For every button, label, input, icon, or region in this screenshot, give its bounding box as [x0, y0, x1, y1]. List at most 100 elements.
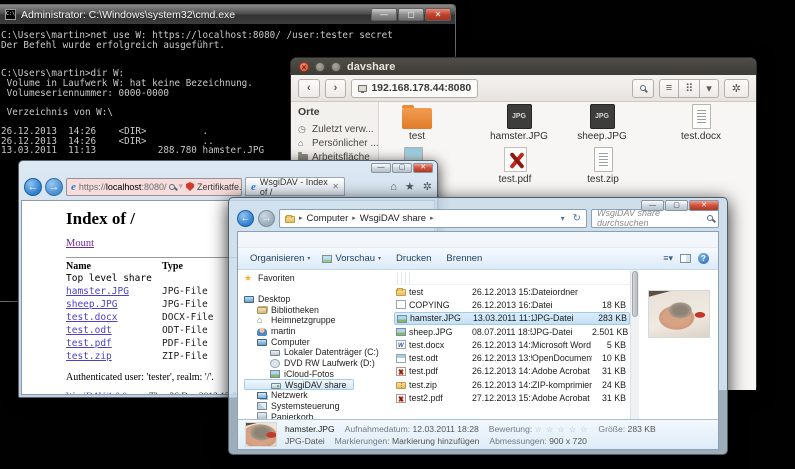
- file-row[interactable]: test2.pdf 27.12.2013 15:10 Adobe Acrobat…: [394, 391, 630, 404]
- favorites-star-icon[interactable]: ★: [405, 180, 415, 193]
- tree-item[interactable]: DVD RW Laufwerk (D:): [244, 358, 390, 369]
- close-icon[interactable]: ×: [299, 62, 309, 72]
- file-item[interactable]: test.pdf: [473, 147, 557, 185]
- toolbar-button[interactable]: Brennen: [443, 253, 482, 264]
- forward-button[interactable]: →: [258, 210, 275, 227]
- file-row[interactable]: test.odt 26.12.2013 13:55 OpenDocument T…: [394, 351, 630, 364]
- file-row[interactable]: COPYING 26.12.2013 16:22 Datei 18 KB: [394, 298, 630, 311]
- sidebar-place[interactable]: Zuletzt verw...: [298, 122, 378, 136]
- maximize-button[interactable]: ▢: [398, 8, 424, 21]
- forward-button[interactable]: →: [45, 178, 63, 196]
- gear-button[interactable]: ✲: [724, 79, 749, 98]
- url-text: https://localhost:8080/: [79, 182, 167, 192]
- toolbar-button[interactable]: Organisieren ▾: [247, 253, 310, 264]
- rating-stars[interactable]: ☆ ☆ ☆ ☆ ☆: [535, 425, 589, 434]
- back-button[interactable]: ←: [237, 210, 254, 227]
- tree-item[interactable]: Bibliotheken: [244, 304, 390, 315]
- help-icon[interactable]: ?: [698, 253, 709, 264]
- file-row[interactable]: hamster.JPG 13.03.2011 11:13 JPG-Datei 2…: [394, 312, 630, 325]
- close-button[interactable]: ✕: [425, 8, 451, 21]
- scrollbar[interactable]: [630, 270, 639, 419]
- toolbar-button[interactable]: Vorschau ▾: [322, 253, 381, 264]
- browser-tab[interactable]: e WsgiDAV - Index of / ✕: [245, 177, 345, 196]
- file-item[interactable]: sheep.JPG: [560, 104, 644, 142]
- close-button[interactable]: ✕: [413, 163, 433, 173]
- certificate-error-icon[interactable]: [186, 182, 194, 191]
- tree-item[interactable]: WsgiDAV share: [244, 379, 354, 390]
- file-row[interactable]: test.docx 26.12.2013 14:26 Microsoft Wor…: [394, 338, 630, 351]
- cmd-titlebar[interactable]: C:\ Administrator: C:\Windows\system32\c…: [0, 5, 455, 24]
- file-row[interactable]: test 26.12.2013 15:21 Dateiordner: [394, 285, 630, 298]
- back-button[interactable]: ←: [24, 178, 42, 196]
- minimize-button[interactable]: —: [371, 8, 397, 21]
- mount-link[interactable]: Mount: [66, 238, 94, 249]
- maximize-button[interactable]: ▢: [392, 163, 412, 173]
- preview-pane-toggle-icon[interactable]: [680, 254, 691, 263]
- search-input[interactable]: WsgiDAV share durchsuchen: [591, 209, 719, 228]
- toolbar-button[interactable]: Drucken: [393, 253, 431, 264]
- tree-item[interactable]: Heimnetzgruppe: [244, 315, 390, 326]
- tab-close-icon[interactable]: ✕: [332, 182, 339, 191]
- tree-item[interactable]: martin: [244, 326, 390, 337]
- file-size: 2.501 KB: [592, 327, 628, 337]
- explorer-titlebar[interactable]: — ▢ ✕: [229, 198, 727, 206]
- tree-item[interactable]: Netzwerk: [244, 390, 390, 401]
- minimize-button[interactable]: —: [641, 200, 664, 211]
- tree-item[interactable]: Favoriten: [244, 273, 390, 284]
- hamster-thumbnail: [245, 422, 277, 447]
- breadcrumb-computer[interactable]: Computer: [307, 213, 349, 224]
- close-button[interactable]: ✕: [689, 200, 719, 211]
- file-item[interactable]: test.zip: [561, 147, 645, 185]
- address-bar[interactable]: 192.168.178.44:8080: [351, 79, 478, 98]
- address-bar[interactable]: e https://localhost:8080/ ▾ Zertifikatfe…: [66, 178, 242, 196]
- forward-button[interactable]: ›: [325, 79, 347, 98]
- file-link[interactable]: hamster.JPG: [66, 285, 162, 298]
- address-dropdown-icon[interactable]: ▾: [561, 214, 565, 223]
- grid-view-button[interactable]: ⠿: [679, 79, 700, 98]
- breadcrumb[interactable]: ▸ Computer ▸ WsgiDAV share ▸ ▾ ↻: [279, 209, 587, 228]
- maximize-icon[interactable]: [331, 62, 341, 72]
- refresh-icon[interactable]: ↻: [573, 213, 581, 224]
- tree-item[interactable]: iCloud-Fotos: [244, 369, 390, 380]
- tree-item[interactable]: Desktop: [244, 294, 390, 305]
- sidebar-place[interactable]: Persönlicher ...: [298, 136, 378, 150]
- tree-item[interactable]: Systemsteuerung: [244, 401, 390, 412]
- minimize-icon[interactable]: [315, 62, 325, 72]
- file-link[interactable]: test.docx: [66, 311, 162, 324]
- list-view-button[interactable]: ≡: [659, 79, 679, 98]
- file-item[interactable]: test.docx: [659, 104, 743, 142]
- home-icon[interactable]: ⌂: [390, 181, 397, 193]
- view-options-button[interactable]: ▾: [700, 79, 719, 98]
- tree-item-icon: [257, 328, 267, 336]
- wsgidav-version-link[interactable]: WsgiDAV/1.0.0.pre: [66, 392, 142, 395]
- file-row[interactable]: test.pdf 26.12.2013 14:19 Adobe Acrobat …: [394, 365, 630, 378]
- scrollbar-thumb[interactable]: [632, 271, 638, 317]
- file-item[interactable]: test: [375, 104, 459, 142]
- tree-item[interactable]: Papierkorb: [244, 411, 390, 419]
- file-row[interactable]: test.zip 26.12.2013 14:22 ZIP-komprimier…: [394, 378, 630, 391]
- file-link[interactable]: test.pdf: [66, 337, 162, 350]
- certificate-error-text[interactable]: Zertifikatfe...: [197, 182, 242, 192]
- maximize-button[interactable]: ▢: [665, 200, 688, 211]
- search-icon[interactable]: [169, 184, 175, 190]
- tools-gear-icon[interactable]: ✲: [423, 180, 432, 193]
- breadcrumb-wsgidav-share[interactable]: WsgiDAV share: [360, 213, 426, 224]
- nautilus-titlebar[interactable]: × davshare: [291, 58, 756, 75]
- change-view-icon[interactable]: ≡▾: [663, 253, 673, 264]
- file-link[interactable]: test.zip: [66, 350, 162, 363]
- minimize-button[interactable]: —: [371, 163, 391, 173]
- search-button[interactable]: [632, 79, 654, 98]
- file-link[interactable]: sheep.JPG: [66, 298, 162, 311]
- file-label: test.docx: [659, 131, 743, 142]
- file-row[interactable]: sheep.JPG 08.07.2011 18:52 JPG-Datei 2.5…: [394, 325, 630, 338]
- browser-titlebar[interactable]: — ▢ ✕: [19, 161, 437, 174]
- column-header[interactable]: [406, 272, 410, 284]
- tree-item[interactable]: Lokaler Datenträger (C:): [244, 347, 390, 358]
- tree-item-label: WsgiDAV share: [285, 380, 346, 390]
- tree-item[interactable]: Computer: [244, 336, 390, 347]
- file-item[interactable]: hamster.JPG: [477, 104, 561, 142]
- file-size: 283 KB: [593, 313, 629, 323]
- back-button[interactable]: ‹: [298, 79, 320, 98]
- add-tag-link[interactable]: Markierung hinzufügen: [392, 436, 479, 446]
- file-link[interactable]: test.odt: [66, 324, 162, 337]
